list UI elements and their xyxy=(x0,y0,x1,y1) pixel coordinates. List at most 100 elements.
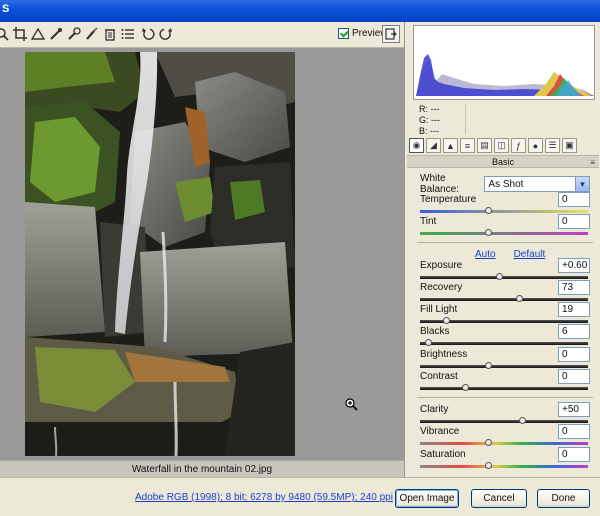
slider-track[interactable] xyxy=(420,210,588,213)
done-button[interactable]: Done xyxy=(537,489,590,508)
window-title: S xyxy=(2,3,10,15)
slider-value-input[interactable]: 0 xyxy=(558,447,590,462)
toolbar: Preview xyxy=(0,22,404,48)
adjustments-panel: R: --- G: --- B: --- ◉ ◢ ▲ ≡ ▤ ◫ ƒ ● ☰ ▣… xyxy=(404,22,600,477)
zoom-cursor-icon xyxy=(345,398,359,415)
slider-value-input[interactable]: 6 xyxy=(558,324,590,339)
image-filename: Waterfall in the mountain 02.jpg xyxy=(0,460,404,477)
slider-thumb[interactable] xyxy=(442,317,450,324)
slider-track[interactable] xyxy=(420,276,588,279)
slider-label: Saturation xyxy=(420,449,466,460)
slider-track[interactable] xyxy=(420,465,588,468)
preview-image xyxy=(25,52,295,456)
tab-effects-icon[interactable]: ƒ xyxy=(511,138,526,153)
white-balance-value: As Shot xyxy=(488,178,524,190)
white-balance-label: White Balance: xyxy=(420,173,459,195)
white-balance-select[interactable]: As Shot ▼ xyxy=(484,176,590,192)
rotate-right-icon[interactable] xyxy=(158,26,174,42)
panel-tabs: ◉ ◢ ▲ ≡ ▤ ◫ ƒ ● ☰ ▣ xyxy=(409,138,599,154)
slider-thumb[interactable] xyxy=(485,462,492,469)
histogram xyxy=(413,25,595,100)
readout-divider xyxy=(465,104,466,134)
slider-value-input[interactable]: 73 xyxy=(558,280,590,295)
slider-thumb[interactable] xyxy=(461,384,469,391)
default-link[interactable]: Default xyxy=(514,249,546,260)
slider-value-input[interactable]: 19 xyxy=(558,302,590,317)
slider-thumb[interactable] xyxy=(519,417,526,424)
tab-split-toning-icon[interactable]: ▤ xyxy=(477,138,492,153)
image-canvas[interactable] xyxy=(0,48,404,460)
preview-checkbox[interactable]: Preview xyxy=(338,28,388,39)
tab-snapshots-icon[interactable]: ▣ xyxy=(562,138,577,153)
tab-detail-icon[interactable]: ▲ xyxy=(443,138,458,153)
bottom-bar: Adobe RGB (1998); 8 bit; 6278 by 9480 (5… xyxy=(0,477,600,516)
panel-title-text: Basic xyxy=(491,157,514,167)
slider-label: Blacks xyxy=(420,326,450,337)
r-value: --- xyxy=(430,104,440,114)
slider-value-input[interactable]: +50 xyxy=(558,402,590,417)
retouch-icon[interactable] xyxy=(66,26,82,42)
workflow-options-link[interactable]: Adobe RGB (1998); 8 bit; 6278 by 9480 (5… xyxy=(135,492,393,503)
slider-label: Clarity xyxy=(420,404,449,415)
tab-presets-icon[interactable]: ☰ xyxy=(545,138,560,153)
open-image-button[interactable]: Open Image xyxy=(395,489,459,508)
preferences-icon[interactable] xyxy=(120,26,136,42)
divider xyxy=(417,242,593,243)
tab-basic-icon[interactable]: ◉ xyxy=(409,138,424,153)
g-label: G: xyxy=(419,115,429,125)
panel-menu-icon[interactable]: ≡ xyxy=(590,156,595,169)
auto-link[interactable]: Auto xyxy=(475,249,496,260)
trash-icon[interactable] xyxy=(102,26,118,42)
title-bar: S xyxy=(0,0,600,22)
slider-value-input[interactable]: 0 xyxy=(558,214,590,229)
red-eye-icon[interactable] xyxy=(84,26,100,42)
slider-label: Temperature xyxy=(420,194,477,205)
slider-clarity: Clarity +50 xyxy=(420,402,590,424)
slider-brightness: Brightness 0 xyxy=(420,347,590,369)
g-value: --- xyxy=(431,115,441,125)
slider-recovery: Recovery 73 xyxy=(420,280,590,302)
straighten-icon[interactable] xyxy=(30,26,46,42)
tab-lens-icon[interactable]: ◫ xyxy=(494,138,509,153)
slider-track[interactable] xyxy=(420,298,588,301)
color-sampler-icon[interactable] xyxy=(48,26,64,42)
slider-value-input[interactable]: 0 xyxy=(558,347,590,362)
slider-thumb[interactable] xyxy=(485,207,492,214)
slider-thumb[interactable] xyxy=(485,439,492,446)
rotate-left-icon[interactable] xyxy=(140,26,156,42)
crop-icon[interactable] xyxy=(12,26,28,42)
slider-label: Tint xyxy=(420,216,437,227)
slider-track[interactable] xyxy=(420,365,588,368)
slider-label: Vibrance xyxy=(420,426,460,437)
slider-thumb[interactable] xyxy=(485,229,492,236)
slider-track[interactable] xyxy=(420,342,588,345)
slider-track[interactable] xyxy=(420,442,588,445)
slider-fill-light: Fill Light 19 xyxy=(420,302,590,324)
slider-track[interactable] xyxy=(420,387,588,390)
preview-check-box[interactable] xyxy=(338,28,349,39)
slider-temperature: Temperature 0 xyxy=(420,192,590,214)
r-label: R: xyxy=(419,104,428,114)
slider-value-input[interactable]: 0 xyxy=(558,424,590,439)
slider-saturation: Saturation 0 xyxy=(420,447,590,469)
slider-value-input[interactable]: 0 xyxy=(558,369,590,384)
slider-value-input[interactable]: +0.60 xyxy=(558,258,590,273)
tab-hsl-icon[interactable]: ≡ xyxy=(460,138,475,153)
cancel-button[interactable]: Cancel xyxy=(471,489,527,508)
divider xyxy=(417,397,593,398)
chevron-down-icon[interactable]: ▼ xyxy=(575,177,589,191)
slider-thumb[interactable] xyxy=(485,362,492,369)
fullscreen-button[interactable] xyxy=(382,25,400,43)
slider-track[interactable] xyxy=(420,232,588,235)
tab-camera-calibration-icon[interactable]: ● xyxy=(528,138,543,153)
slider-thumb[interactable] xyxy=(495,273,503,280)
zoom-icon[interactable] xyxy=(0,26,10,42)
slider-track[interactable] xyxy=(420,420,588,423)
tab-tone-curve-icon[interactable]: ◢ xyxy=(426,138,441,153)
slider-label: Exposure xyxy=(420,260,463,271)
slider-value-input[interactable]: 0 xyxy=(558,192,590,207)
b-value: --- xyxy=(430,126,440,136)
slider-tint: Tint 0 xyxy=(420,214,590,236)
slider-label: Recovery xyxy=(420,282,463,293)
slider-label: Brightness xyxy=(420,349,468,360)
